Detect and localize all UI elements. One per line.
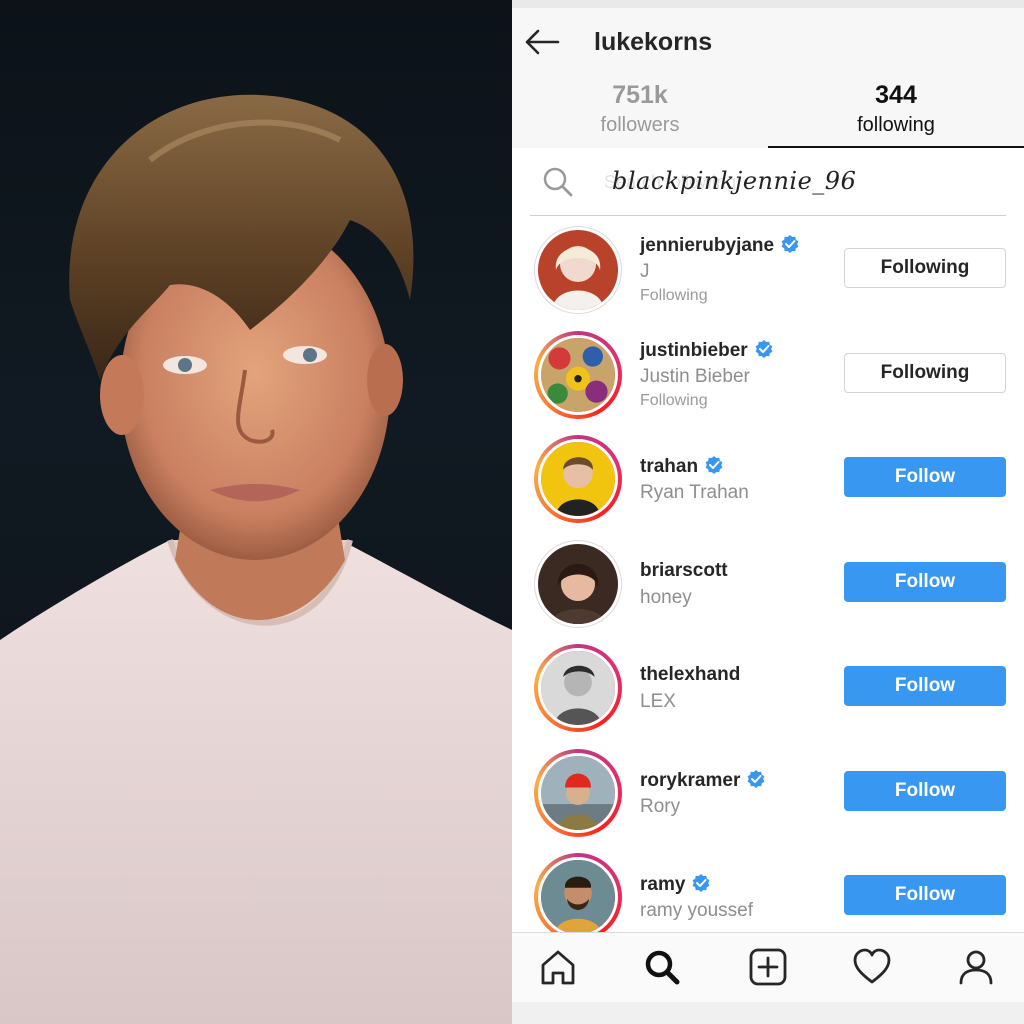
- account-follow-status: Following: [640, 391, 708, 409]
- avatar-image: [538, 334, 618, 415]
- followers-count: 751k: [612, 81, 668, 109]
- verified-badge-icon: [693, 874, 710, 892]
- avatar[interactable]: [534, 435, 622, 523]
- account-username[interactable]: trahan: [640, 455, 724, 478]
- list-item[interactable]: briarscott honey Follow: [512, 538, 1024, 642]
- verified-badge-icon: [747, 769, 765, 788]
- account-username-text: thelexhand: [640, 664, 741, 685]
- system-bar: [512, 1002, 1024, 1024]
- account-username-text: rorykramer: [640, 769, 741, 791]
- avatar-image: [535, 227, 621, 313]
- verified-badge-icon: [781, 235, 799, 253]
- following-count: 344: [875, 81, 917, 109]
- search-icon[interactable]: [642, 947, 682, 987]
- avatar-image: [538, 439, 618, 519]
- status-bar: [512, 0, 1024, 8]
- account-full-name: Rory: [640, 795, 681, 817]
- account-username[interactable]: justinbieber: [640, 339, 774, 362]
- back-arrow-icon[interactable]: [524, 28, 560, 56]
- follow-button[interactable]: Follow: [844, 875, 1006, 915]
- account-full-name: Justin Bieber: [640, 365, 750, 387]
- account-username[interactable]: jennierubyjane: [640, 234, 800, 257]
- search-icon: [543, 167, 573, 197]
- list-item[interactable]: justinbieber Justin Bieber Following Follow…: [512, 329, 1024, 433]
- account-username[interactable]: ramy: [640, 873, 711, 896]
- account-username-text: briarscott: [640, 559, 728, 581]
- account-full-name: Ryan Trahan: [640, 482, 749, 503]
- active-tab-indicator: [768, 146, 1024, 148]
- handwritten-search-text: blackpinkjennie_96: [612, 167, 857, 195]
- follow-button[interactable]: Follow: [844, 770, 1006, 811]
- following-button[interactable]: Following: [844, 352, 1006, 393]
- bottom-navigation: [512, 932, 1024, 1002]
- list-item[interactable]: thelexhand LEX Follow: [512, 642, 1024, 746]
- profile-header: lukekorns 751k followers 344 following: [512, 8, 1024, 148]
- account-full-name: LEX: [640, 691, 676, 712]
- avatar[interactable]: [534, 539, 622, 628]
- avatar-image: [538, 648, 618, 728]
- following-button[interactable]: Following: [844, 248, 1006, 288]
- avatar[interactable]: [534, 226, 622, 314]
- list-item[interactable]: rorykramer Rory Follow: [512, 747, 1024, 851]
- profile-username: lukekorns: [594, 28, 713, 56]
- tab-followers[interactable]: 751k followers: [512, 78, 768, 148]
- avatar[interactable]: [534, 748, 622, 837]
- followers-label: followers: [600, 114, 680, 136]
- follow-button[interactable]: Follow: [844, 561, 1006, 602]
- avatar[interactable]: [534, 644, 622, 732]
- account-username-text: justinbieber: [640, 339, 748, 361]
- following-label: following: [857, 114, 935, 136]
- account-username-text: trahan: [640, 456, 699, 477]
- account-username[interactable]: thelexhand: [640, 664, 740, 686]
- avatar-image: [535, 540, 621, 627]
- list-item[interactable]: trahan Ryan Trahan Follow: [512, 433, 1024, 537]
- avatar-image: [538, 857, 618, 937]
- add-post-icon[interactable]: [748, 947, 788, 987]
- tab-following[interactable]: 344 following: [768, 78, 1024, 148]
- account-full-name: ramy youssef: [640, 900, 753, 921]
- profile-icon[interactable]: [956, 947, 996, 987]
- activity-heart-icon[interactable]: [852, 947, 892, 987]
- portrait-photo: [0, 0, 512, 1024]
- account-username[interactable]: rorykramer: [640, 769, 766, 792]
- account-username-text: jennierubyjane: [640, 235, 775, 256]
- verified-badge-icon: [705, 456, 723, 474]
- account-username[interactable]: briarscott: [640, 560, 728, 582]
- verified-badge-icon: [755, 339, 773, 358]
- account-username-text: ramy: [640, 874, 686, 895]
- avatar[interactable]: [534, 330, 622, 419]
- list-item[interactable]: jennierubyjane J Following Following: [512, 224, 1024, 328]
- follow-button[interactable]: Follow: [844, 457, 1006, 497]
- avatar[interactable]: [534, 853, 622, 941]
- follow-button[interactable]: Follow: [844, 666, 1006, 706]
- account-full-name: J: [640, 261, 650, 282]
- instagram-following-screen: lukekorns 751k followers 344 following S…: [512, 0, 1024, 1024]
- avatar-image: [538, 752, 618, 833]
- home-icon[interactable]: [538, 947, 578, 987]
- account-full-name: honey: [640, 586, 692, 608]
- account-follow-status: Following: [640, 287, 708, 304]
- search-following-input[interactable]: Search following blackpinkjennie_96: [530, 150, 1006, 216]
